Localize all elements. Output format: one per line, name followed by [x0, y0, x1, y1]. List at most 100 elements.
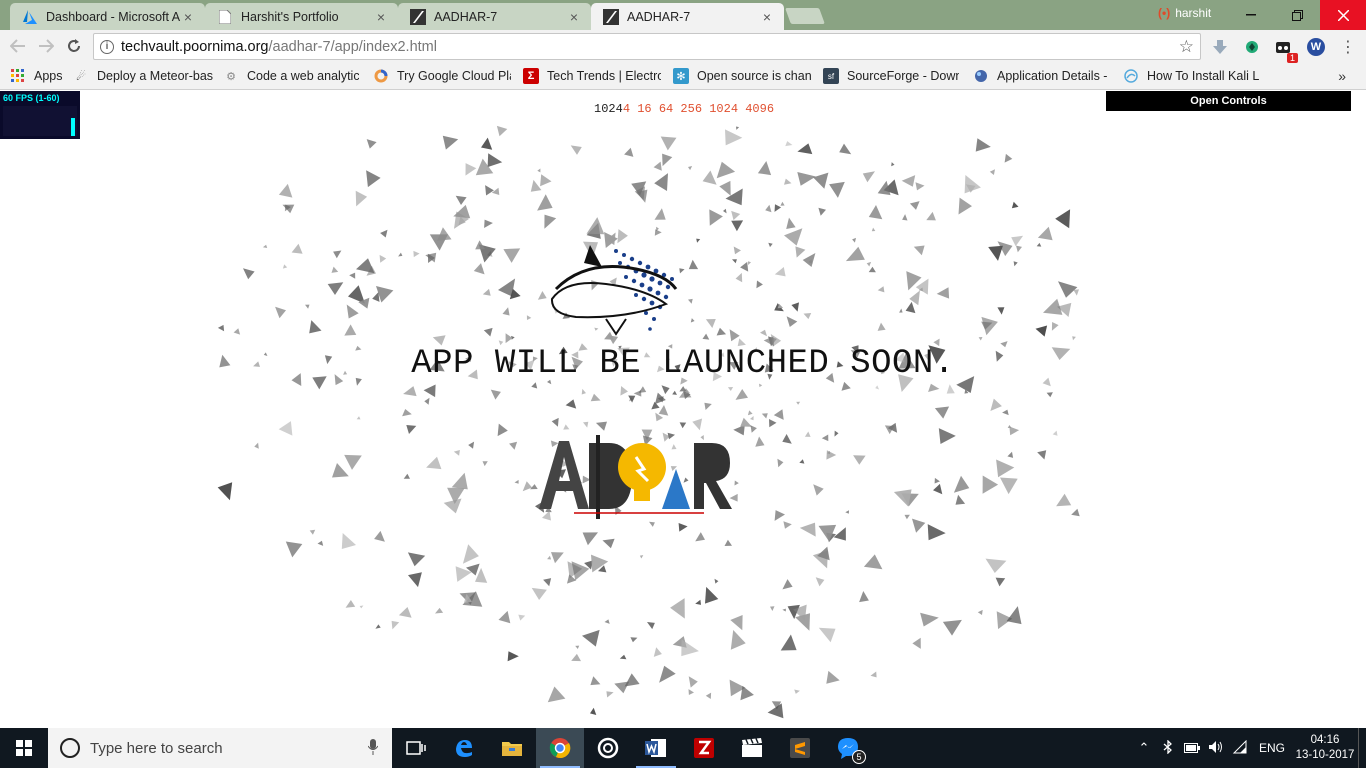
bookmark-tech-trends[interactable]: Σ Tech Trends | Electron	[523, 63, 661, 90]
bookmark-star-icon[interactable]: ☆	[1179, 37, 1194, 57]
particle	[863, 554, 883, 570]
window-close-button[interactable]	[1320, 0, 1366, 30]
particle	[509, 441, 518, 450]
wordpress-extension-icon[interactable]: W	[1306, 37, 1326, 57]
azure-icon	[22, 9, 38, 25]
particle	[282, 204, 295, 214]
sigma-icon: Σ	[523, 68, 539, 84]
chrome-icon[interactable]	[536, 728, 584, 768]
tab-aadhar-active[interactable]: AADHAR-7 ×	[591, 3, 784, 30]
task-view-icon[interactable]	[392, 728, 440, 768]
particle	[485, 185, 494, 196]
minimize-button[interactable]	[1228, 0, 1274, 30]
bookmark-google-cloud[interactable]: Try Google Cloud Plat	[373, 63, 511, 90]
restore-button[interactable]	[1274, 0, 1320, 30]
particle	[780, 634, 797, 651]
tab-dashboard[interactable]: Dashboard - Microsoft A ×	[10, 3, 205, 30]
more-bookmarks-icon[interactable]: »	[1338, 68, 1346, 84]
tab-aadhar-1[interactable]: AADHAR-7 ×	[398, 3, 591, 30]
particle	[804, 431, 811, 437]
movie-maker-icon[interactable]	[728, 728, 776, 768]
bookmark-kali[interactable]: How To Install Kali Lin	[1123, 63, 1259, 90]
aadhar-favicon-icon	[410, 8, 426, 25]
bookmark-open-source[interactable]: ✻ Open source is chang	[673, 63, 811, 90]
particle	[455, 195, 467, 205]
particle	[735, 272, 743, 283]
close-tab-icon[interactable]: ×	[567, 9, 581, 25]
tab-portfolio[interactable]: Harshit's Portfolio ×	[205, 3, 398, 30]
particle	[915, 182, 925, 191]
start-button[interactable]	[0, 728, 48, 768]
microphone-icon[interactable]	[367, 739, 379, 759]
particle	[345, 600, 356, 608]
particle	[484, 219, 493, 228]
battery-icon[interactable]	[1180, 741, 1204, 756]
volume-icon[interactable]	[1204, 740, 1228, 757]
bookmark-sourceforge[interactable]: sf SourceForge - Downl	[823, 63, 959, 90]
clock[interactable]: 04:16 13-10-2017	[1292, 733, 1358, 763]
forward-button[interactable]	[35, 35, 57, 57]
bookmark-apps[interactable]: Apps	[10, 63, 66, 90]
particle	[402, 409, 412, 417]
sublime-text-icon[interactable]	[776, 728, 824, 768]
particle	[349, 272, 356, 279]
profile-button[interactable]: (•) harshit	[1158, 6, 1211, 20]
edge-icon[interactable]	[440, 728, 488, 768]
word-icon[interactable]	[632, 728, 680, 768]
club-logo	[546, 239, 696, 339]
bookmark-application-details[interactable]: Application Details -	[973, 63, 1109, 90]
new-tab-button[interactable]	[785, 8, 825, 24]
close-tab-icon[interactable]: ×	[181, 9, 195, 25]
particle	[507, 651, 519, 662]
profile-name: harshit	[1175, 6, 1212, 20]
particle	[590, 707, 597, 715]
show-desktop-button[interactable]	[1358, 728, 1366, 768]
particle	[901, 175, 916, 187]
wifi-icon[interactable]	[1228, 739, 1252, 757]
show-hidden-icons-icon[interactable]: ⌃	[1132, 740, 1156, 756]
particle	[785, 141, 793, 147]
particle	[639, 555, 644, 559]
particle	[877, 322, 886, 331]
particle	[1011, 235, 1024, 247]
filezilla-icon[interactable]	[680, 728, 728, 768]
particle	[344, 324, 357, 336]
open-controls-button[interactable]: Open Controls	[1106, 91, 1351, 111]
file-explorer-icon[interactable]	[488, 728, 536, 768]
profile-icon: (•)	[1158, 6, 1171, 20]
evernote-extension-icon[interactable]	[1242, 37, 1262, 57]
app-ring-icon[interactable]	[584, 728, 632, 768]
menu-kebab-icon[interactable]: ⋮	[1338, 37, 1358, 57]
bookmark-meteor[interactable]: ☄ Deploy a Meteor-bas	[73, 63, 213, 90]
particle	[845, 510, 849, 514]
particle	[1016, 245, 1022, 253]
back-button[interactable]	[7, 35, 29, 57]
particle	[497, 423, 508, 437]
particle	[278, 183, 293, 198]
aadhar-logo	[534, 429, 734, 524]
particle	[606, 691, 614, 698]
particle	[797, 172, 816, 186]
bookmark-web-analytics[interactable]: ⚙ Code a web analytics	[223, 63, 359, 90]
particle	[1037, 226, 1053, 241]
address-bar[interactable]: i techvault.poornima.org/aadhar-7/app/in…	[93, 33, 1201, 60]
info-icon[interactable]: i	[100, 39, 114, 54]
notifications-extension-icon[interactable]: 1	[1274, 37, 1298, 63]
reload-button[interactable]	[63, 35, 85, 57]
particle	[782, 608, 786, 612]
language-indicator[interactable]: ENG	[1252, 741, 1292, 755]
particle	[799, 459, 805, 464]
particle	[877, 286, 885, 293]
taskbar-search[interactable]: Type here to search	[48, 728, 392, 768]
fps-meter[interactable]: 60 FPS (1-60)	[0, 91, 80, 139]
close-tab-icon[interactable]: ×	[374, 9, 388, 25]
messenger-icon[interactable]: 5	[824, 728, 872, 768]
particle	[866, 261, 872, 267]
particle	[818, 627, 836, 643]
particle	[679, 422, 687, 429]
download-extension-icon[interactable]	[1210, 37, 1230, 57]
particle	[964, 175, 981, 194]
close-tab-icon[interactable]: ×	[760, 9, 774, 25]
particle	[774, 204, 782, 212]
bluetooth-icon[interactable]	[1156, 738, 1180, 757]
